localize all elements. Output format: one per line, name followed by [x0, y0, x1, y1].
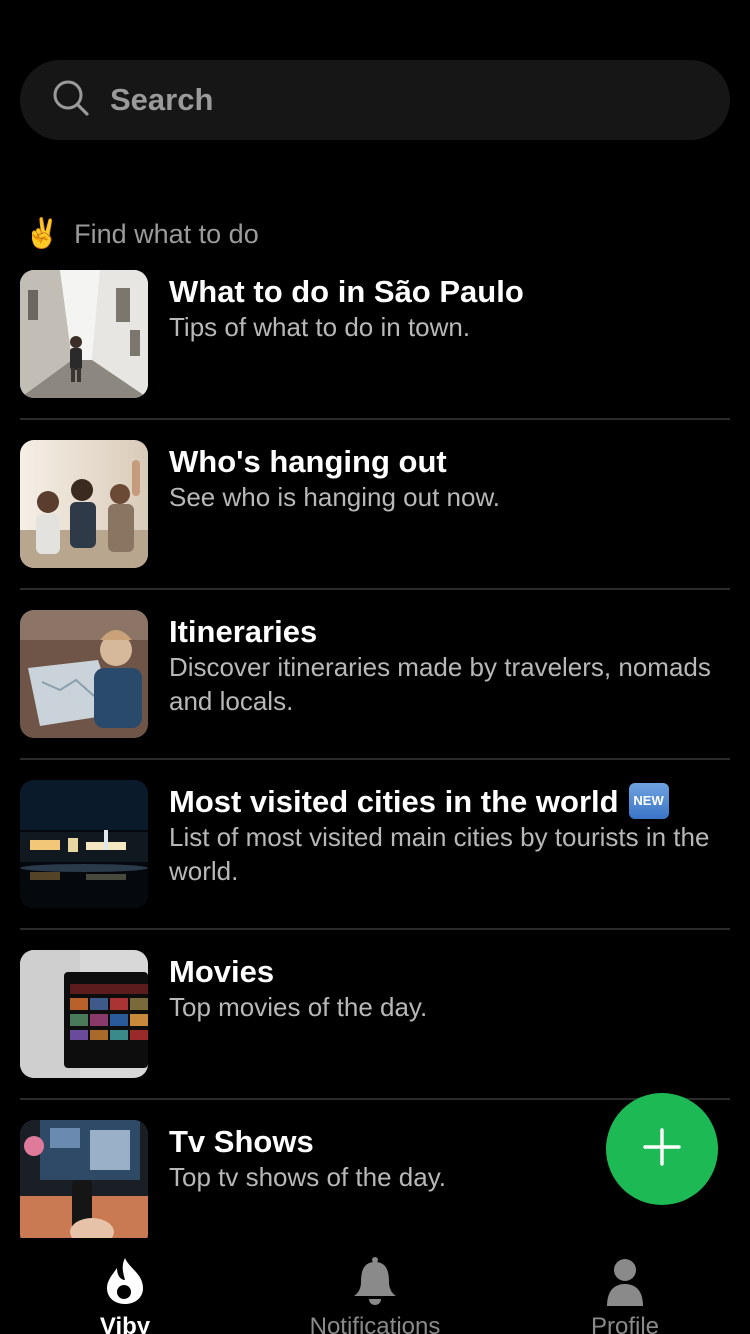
flame-icon: [99, 1256, 151, 1311]
item-title: Itineraries: [169, 614, 318, 649]
tv-photo: [20, 950, 148, 1078]
divider: [20, 1098, 730, 1100]
list-item-movies[interactable]: Movies Top movies of the day.: [20, 950, 730, 1120]
divider: [20, 928, 730, 930]
item-description: List of most visited main cities by tour…: [169, 822, 710, 886]
search-icon: [52, 79, 90, 122]
item-description: See who is hanging out now.: [169, 482, 501, 512]
friends-photo: [20, 440, 148, 568]
person-icon: [599, 1256, 651, 1311]
add-button[interactable]: [606, 1093, 718, 1205]
item-title: Who's hanging out: [169, 444, 447, 479]
item-title-text: Most visited cities in the world: [169, 784, 619, 819]
tab-label: Notifications: [309, 1313, 441, 1334]
divider: [20, 588, 730, 590]
plus-icon: [642, 1127, 682, 1172]
tab-profile[interactable]: Profile: [500, 1256, 750, 1334]
section-title: Find what to do: [74, 218, 259, 249]
item-title: What to do in São Paulo: [169, 274, 524, 309]
search-placeholder: Search: [110, 82, 214, 117]
item-description: Top movies of the day.: [169, 992, 428, 1022]
divider: [20, 758, 730, 760]
list-item-hanging-out[interactable]: Who's hanging out See who is hanging out…: [20, 440, 730, 610]
item-title: Tv Shows: [169, 1124, 314, 1159]
tab-label: Viby: [99, 1313, 151, 1334]
item-title: Most visited cities in the world NEW: [169, 782, 669, 822]
map-reader-photo: [20, 610, 148, 738]
item-title: Movies: [169, 954, 275, 989]
list-item-what-to-do[interactable]: What to do in São Paulo Tips of what to …: [20, 270, 730, 440]
item-description: Tips of what to do in town.: [169, 312, 471, 342]
city-night-photo: [20, 780, 148, 908]
victory-hand-icon: ✌️: [24, 217, 61, 250]
item-description: Discover itineraries made by travelers, …: [169, 652, 711, 716]
section-heading: ✌️ Find what to do: [24, 214, 259, 254]
list-item-itineraries[interactable]: Itineraries Discover itineraries made by…: [20, 610, 730, 780]
tab-bar: Viby Notifications Profile: [0, 1238, 750, 1334]
divider: [20, 418, 730, 420]
list-item-most-visited-cities[interactable]: Most visited cities in the world NEW List…: [20, 780, 730, 950]
bell-icon: [349, 1256, 401, 1311]
street-photo: [20, 270, 148, 398]
tab-notifications[interactable]: Notifications: [250, 1256, 500, 1334]
tab-label: Profile: [590, 1313, 660, 1334]
remote-photo: [20, 1120, 148, 1248]
new-badge: NEW: [628, 782, 669, 819]
search-bar[interactable]: Search: [20, 60, 730, 140]
screen: Search ✌️ Find what to do What to do in …: [0, 0, 750, 1334]
tab-viby[interactable]: Viby: [0, 1256, 250, 1334]
